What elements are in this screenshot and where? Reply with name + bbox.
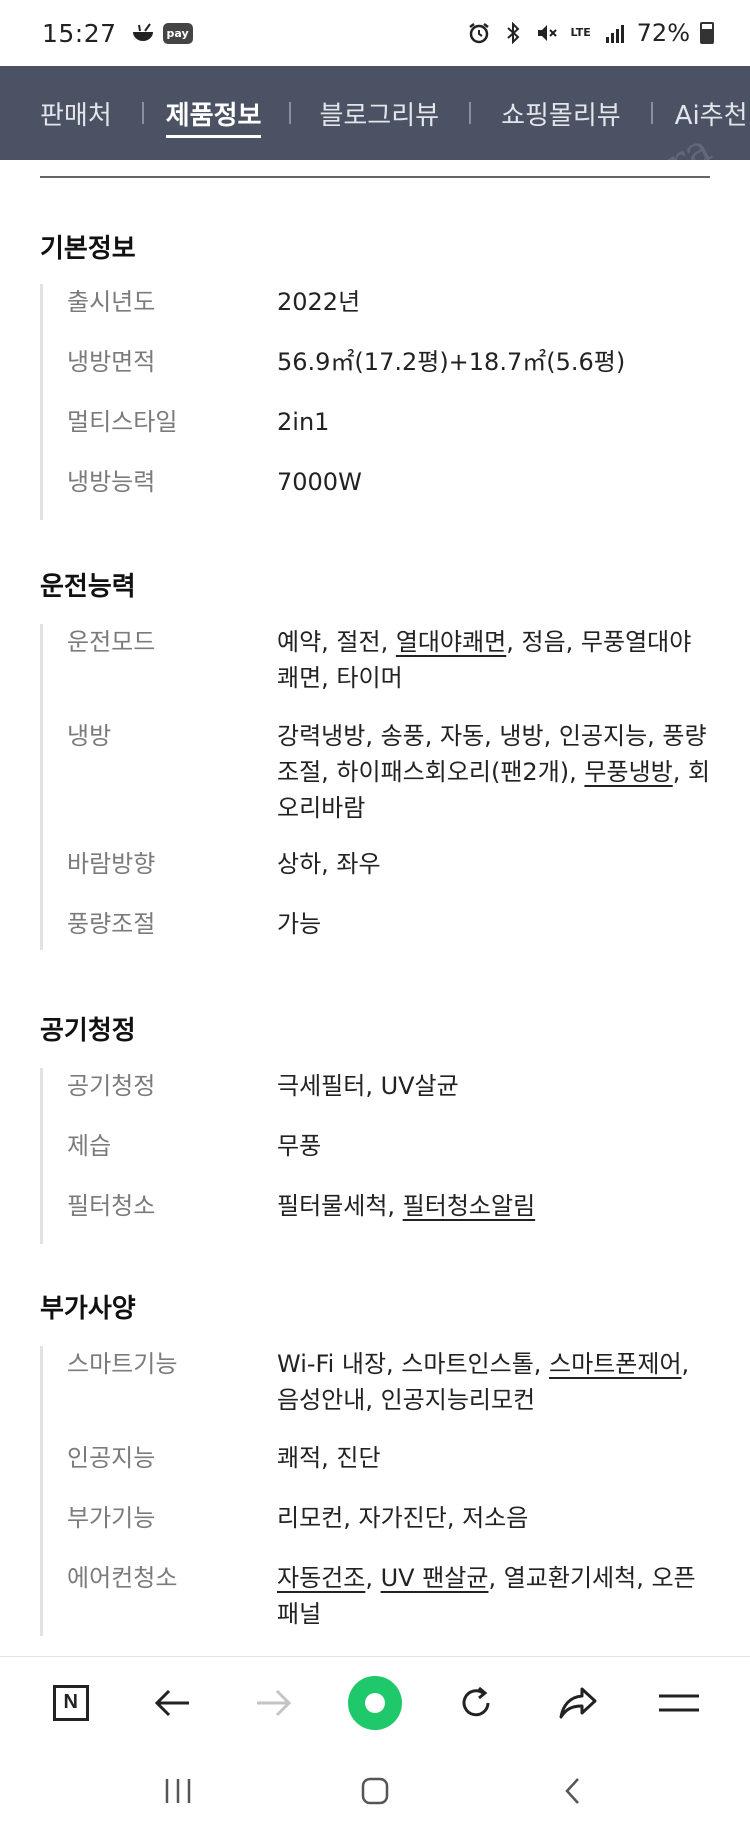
battery-icon: [700, 22, 714, 44]
refresh-button[interactable]: [446, 1673, 506, 1733]
forward-arrow-icon: [256, 1689, 291, 1716]
forward-button[interactable]: [244, 1673, 304, 1733]
spec-value-link[interactable]: 무풍냉방: [584, 758, 672, 786]
home-button[interactable]: N: [41, 1673, 101, 1733]
tab-mall-reviews-label: 쇼핑몰리뷰: [501, 100, 621, 131]
spec-value-link[interactable]: UV 팬살균: [381, 1564, 489, 1592]
tab-bar: 판매처 제품정보 블로그리뷰 쇼핑몰리뷰 Ai추천 danara: [0, 66, 750, 160]
menu-button[interactable]: [649, 1673, 709, 1733]
tab-blog-reviews[interactable]: 블로그리뷰: [319, 66, 439, 160]
spec-key: 풍량조절: [67, 910, 156, 938]
spec-key: 냉방능력: [67, 468, 156, 496]
spec-group-air-purify: 공기청정 극세필터, UV살균 제습 무풍 필터청소 필터물세척, 필터청소알림: [40, 1068, 710, 1244]
tab-sellers[interactable]: 판매처: [40, 66, 112, 160]
status-time: 15:27: [42, 18, 117, 48]
spec-key: 공기청정: [67, 1072, 156, 1100]
spec-key: 제습: [67, 1132, 112, 1160]
tab-product-info-label: 제품정보: [165, 100, 262, 131]
mute-icon: [535, 21, 559, 45]
spec-value: 극세필터, UV살균: [277, 1072, 459, 1100]
section-title-basic: 기본정보: [40, 234, 136, 264]
lte-label: LTE: [570, 26, 591, 39]
spec-value: 예약, 절전, 열대야쾌면, 정음, 무풍열대야쾌면, 타이머: [277, 624, 713, 696]
tab-divider: [469, 102, 472, 124]
spec-key: 운전모드: [67, 628, 156, 656]
section-title-extras: 부가사양: [40, 1294, 136, 1324]
bluetooth-icon: [501, 21, 525, 45]
spec-group-basic: 출시년도 2022년 냉방면적 56.9㎡(17.2평)+18.7㎡(5.6평)…: [40, 284, 710, 520]
android-nav-bar: [0, 1748, 750, 1834]
naver-home-icon: N: [52, 1684, 89, 1721]
naver-home-letter: N: [63, 1691, 78, 1713]
spec-value: 무풍: [277, 1132, 322, 1160]
spec-key: 멀티스타일: [67, 408, 178, 436]
spec-value-link[interactable]: 필터청소알림: [403, 1192, 535, 1220]
spec-key: 바람방향: [67, 850, 156, 878]
section-title-operation: 운전능력: [40, 572, 136, 602]
spec-value-text: 예약, 절전,: [277, 628, 396, 656]
spec-value-text: 필터물세척,: [277, 1192, 403, 1220]
share-icon: [559, 1687, 597, 1718]
spec-value: 자동건조, UV 팬살균, 열교환기세척, 오픈패널: [277, 1560, 713, 1632]
spec-value: 2in1: [277, 408, 330, 436]
top-divider: [40, 176, 710, 178]
spec-key: 부가기능: [67, 1504, 156, 1532]
spec-value-text: ,: [365, 1564, 381, 1592]
spec-key: 냉방면적: [67, 348, 156, 376]
recent-apps-icon: [166, 1779, 191, 1803]
spec-value-link[interactable]: 열대야쾌면: [396, 628, 506, 656]
status-bar: 15:27 pay LTE 72%: [0, 0, 750, 66]
spec-value: 2022년: [277, 288, 361, 316]
back-nav-button[interactable]: [542, 1761, 602, 1821]
spec-value-link[interactable]: 스마트폰제어: [549, 1350, 681, 1378]
back-arrow-icon: [155, 1689, 190, 1716]
recent-apps-button[interactable]: [148, 1761, 208, 1821]
tab-divider: [289, 102, 292, 124]
menu-icon: [659, 1694, 700, 1711]
spec-value: 필터물세척, 필터청소알림: [277, 1188, 713, 1224]
spec-value: 리모컨, 자가진단, 저소음: [277, 1504, 529, 1532]
bowl-icon: [131, 21, 155, 45]
spec-group-extras: 스마트기능 Wi-Fi 내장, 스마트인스톨, 스마트폰제어, 음성안내, 인공…: [40, 1346, 710, 1636]
spec-key: 출시년도: [67, 288, 156, 316]
spec-value: 강력냉방, 송풍, 자동, 냉방, 인공지능, 풍량조절, 하이패스회오리(팬2…: [277, 718, 713, 826]
alarm-icon: [467, 21, 491, 45]
green-dot-button[interactable]: [345, 1673, 405, 1733]
home-nav-button[interactable]: [345, 1761, 405, 1821]
spec-key: 필터청소: [67, 1192, 156, 1220]
home-nav-icon: [361, 1777, 389, 1805]
tab-ai-recommend[interactable]: Ai추천: [675, 66, 748, 160]
signal-icon: [603, 21, 627, 45]
spec-value: 56.9㎡(17.2평)+18.7㎡(5.6평): [277, 348, 626, 376]
battery-percent: 72%: [636, 19, 690, 47]
refresh-icon: [462, 1686, 490, 1716]
lte-icon: LTE: [569, 21, 593, 45]
tab-product-info[interactable]: 제품정보: [165, 66, 262, 160]
spec-key: 스마트기능: [67, 1350, 178, 1378]
spec-value-link[interactable]: 자동건조: [277, 1564, 365, 1592]
spec-value-text: Wi-Fi 내장, 스마트인스톨,: [277, 1350, 550, 1378]
tab-mall-reviews[interactable]: 쇼핑몰리뷰: [501, 66, 621, 160]
tab-ai-recommend-label: Ai추천: [674, 100, 748, 131]
tab-divider: [141, 102, 144, 124]
section-title-air-purify: 공기청정: [40, 1016, 136, 1046]
browser-toolbar: N: [0, 1656, 750, 1748]
spec-group-operation: 운전모드 예약, 절전, 열대야쾌면, 정음, 무풍열대야쾌면, 타이머 냉방 …: [40, 624, 710, 950]
tab-divider: [650, 102, 653, 124]
back-nav-icon: [564, 1778, 579, 1804]
tab-blog-reviews-label: 블로그리뷰: [319, 100, 440, 131]
spec-value: Wi-Fi 내장, 스마트인스톨, 스마트폰제어, 음성안내, 인공지능리모컨: [277, 1346, 713, 1418]
spec-value: 쾌적, 진단: [277, 1444, 381, 1472]
spec-value: 가능: [277, 910, 322, 938]
spec-value: 상하, 좌우: [277, 850, 381, 878]
pay-icon: pay: [162, 22, 193, 44]
spec-key: 인공지능: [67, 1444, 156, 1472]
spec-key: 에어컨청소: [67, 1564, 178, 1592]
back-button[interactable]: [142, 1673, 202, 1733]
share-button[interactable]: [548, 1673, 608, 1733]
tab-sellers-label: 판매처: [40, 100, 112, 131]
spec-key: 냉방: [67, 722, 112, 750]
spec-value: 7000W: [277, 468, 362, 496]
green-dot-icon: [347, 1675, 402, 1730]
